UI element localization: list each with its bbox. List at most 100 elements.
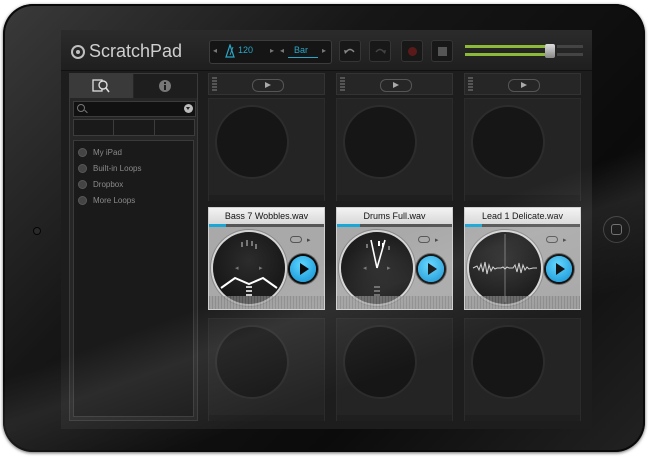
logo-icon <box>71 44 85 59</box>
metronome-icon <box>225 44 235 58</box>
column-header-3 <box>464 73 581 95</box>
loop-progress-fill <box>337 224 360 227</box>
svg-text:▸: ▸ <box>387 264 391 272</box>
play-icon <box>300 263 309 275</box>
svg-text:◂: ◂ <box>363 264 367 272</box>
cell-footer <box>209 296 324 309</box>
loop-title: Bass 7 Wobbles.wav <box>209 208 324 224</box>
app-screen: ScratchPad ◂ 120 ▸ ◂ Bar ▸ My iPad Built… <box>61 30 592 429</box>
bar-underline <box>288 57 318 58</box>
record-button[interactable] <box>401 40 423 62</box>
loop-title: Drums Full.wav <box>337 208 452 224</box>
loop-icon[interactable] <box>418 236 430 243</box>
redo-button[interactable] <box>369 40 391 62</box>
source-icon <box>78 195 87 205</box>
loop-icon[interactable] <box>546 236 558 243</box>
list-item-label: My iPad <box>93 147 122 157</box>
undo-icon <box>344 48 355 54</box>
loop-progress-fill <box>465 224 483 227</box>
list-item-label: Dropbox <box>93 179 124 189</box>
empty-slot[interactable] <box>464 98 581 201</box>
column-play-button[interactable] <box>252 79 284 92</box>
svg-text:▸: ▸ <box>259 264 263 272</box>
empty-slot[interactable] <box>336 318 453 421</box>
cell-footer <box>337 296 452 309</box>
level-meter <box>340 77 345 91</box>
level-meter <box>468 77 473 91</box>
bar-decrease-icon[interactable]: ◂ <box>280 46 284 55</box>
list-item-label: More Loops <box>93 195 136 205</box>
tab-browse[interactable] <box>70 74 133 98</box>
filter-segments <box>73 119 195 136</box>
play-button[interactable] <box>418 256 444 282</box>
undo-button[interactable] <box>339 40 361 62</box>
list-item-more-loops[interactable]: More Loops <box>74 192 193 208</box>
stop-button[interactable] <box>431 40 453 62</box>
loop-cell-lead[interactable]: Lead 1 Delicate.wav ▸ <box>464 207 581 310</box>
level-meter <box>212 77 217 91</box>
empty-slot[interactable] <box>336 98 453 201</box>
loop-dial[interactable]: ◂ ▸ <box>213 232 285 304</box>
segment-3[interactable] <box>153 119 195 136</box>
play-icon <box>428 263 437 275</box>
search-dropdown-icon[interactable] <box>184 104 193 113</box>
volume-slider[interactable] <box>465 42 583 60</box>
segment-1[interactable] <box>73 119 115 136</box>
home-button[interactable] <box>603 216 630 243</box>
camera <box>34 228 40 234</box>
waveform-display <box>472 234 537 302</box>
source-list: My iPad Built-in Loops Dropbox More Loop… <box>73 140 194 417</box>
tempo-value[interactable]: 120 <box>238 45 253 55</box>
list-item-dropbox[interactable]: Dropbox <box>74 176 193 192</box>
column-header-1 <box>208 73 325 95</box>
bar-increase-icon[interactable]: ▸ <box>322 46 326 55</box>
svg-text:◂: ◂ <box>235 264 239 272</box>
volume-track-top <box>465 45 545 48</box>
loop-progress <box>337 224 452 227</box>
search-icon <box>77 104 85 112</box>
bar-mode[interactable]: Bar <box>294 45 308 55</box>
column-header-2 <box>336 73 453 95</box>
ipad-frame: ScratchPad ◂ 120 ▸ ◂ Bar ▸ My iPad Built… <box>3 4 645 452</box>
loop-grid: Bass 7 Wobbles.wav ◂ ▸ ▸ Drums Full.wav … <box>206 73 592 423</box>
tempo-decrease-icon[interactable]: ◂ <box>213 46 217 55</box>
empty-slot[interactable] <box>208 318 325 421</box>
app-logo: ScratchPad <box>71 41 182 62</box>
search-field[interactable] <box>73 101 196 117</box>
tempo-increase-icon[interactable]: ▸ <box>270 46 274 55</box>
loop-options-icon[interactable]: ▸ <box>563 236 567 244</box>
loop-options-icon[interactable]: ▸ <box>307 236 311 244</box>
source-icon <box>78 179 87 189</box>
loop-icon[interactable] <box>290 236 302 243</box>
column-play-button[interactable] <box>508 79 540 92</box>
stop-icon <box>438 47 447 56</box>
loop-options-icon[interactable]: ▸ <box>435 236 439 244</box>
list-item-built-in-loops[interactable]: Built-in Loops <box>74 160 193 176</box>
loop-progress <box>465 224 580 227</box>
loop-progress-fill <box>209 224 227 227</box>
list-item-my-ipad[interactable]: My iPad <box>74 144 193 160</box>
loop-title: Lead 1 Delicate.wav <box>465 208 580 224</box>
loop-dial[interactable]: ◂ ▸ <box>341 232 413 304</box>
empty-slot[interactable] <box>464 318 581 421</box>
record-icon <box>408 47 417 56</box>
top-bar: ScratchPad ◂ 120 ▸ ◂ Bar ▸ <box>61 30 592 71</box>
loop-dial[interactable] <box>469 232 541 304</box>
info-icon <box>159 80 171 92</box>
volume-track-rest-bottom <box>557 53 583 56</box>
loop-cell-bass[interactable]: Bass 7 Wobbles.wav ◂ ▸ ▸ <box>208 207 325 310</box>
volume-knob[interactable] <box>545 44 555 58</box>
app-title: ScratchPad <box>89 41 183 61</box>
play-button[interactable] <box>546 256 572 282</box>
loop-cell-drums[interactable]: Drums Full.wav ◂ ▸ ▸ <box>336 207 453 310</box>
column-play-button[interactable] <box>380 79 412 92</box>
segment-2[interactable] <box>113 119 155 136</box>
browse-search-icon <box>92 79 110 93</box>
tab-info[interactable] <box>134 74 197 98</box>
play-button[interactable] <box>290 256 316 282</box>
volume-track-rest-top <box>557 45 583 48</box>
empty-slot[interactable] <box>208 98 325 201</box>
list-item-label: Built-in Loops <box>93 163 142 173</box>
loop-progress <box>209 224 324 227</box>
transport-display[interactable]: ◂ 120 ▸ ◂ Bar ▸ <box>209 40 332 64</box>
